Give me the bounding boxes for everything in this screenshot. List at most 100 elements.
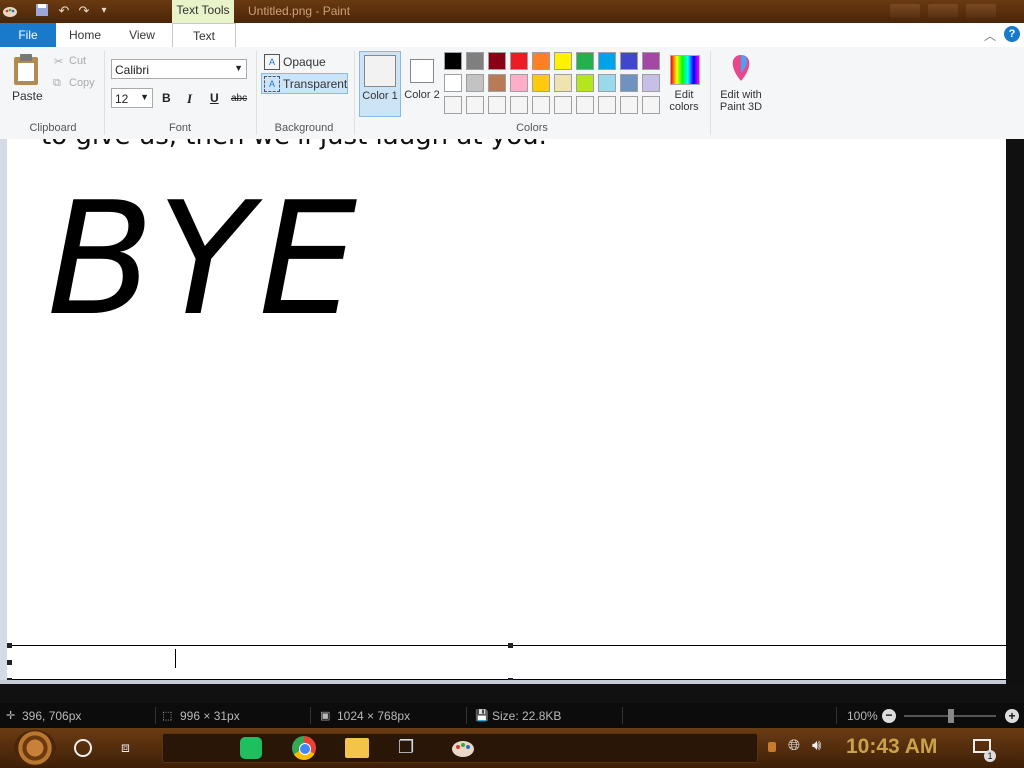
font-group-label: Font xyxy=(168,122,191,134)
redo-icon[interactable]: ↷ xyxy=(76,3,92,19)
cut-button[interactable]: Cut xyxy=(69,55,86,67)
divider xyxy=(622,707,623,724)
color-swatch[interactable] xyxy=(444,52,462,70)
zoom-slider-thumb[interactable] xyxy=(948,709,954,723)
zoom-out-button[interactable]: − xyxy=(882,709,896,723)
color-swatch[interactable] xyxy=(444,74,462,92)
color-swatch[interactable] xyxy=(466,52,484,70)
help-icon[interactable]: ? xyxy=(1004,26,1020,42)
minimize-button[interactable] xyxy=(890,4,920,18)
color-swatch[interactable] xyxy=(642,52,660,70)
color-swatch[interactable] xyxy=(532,52,550,70)
edit-colors-button[interactable]: Edit colors xyxy=(664,89,704,113)
cursor-position-icon: ✛ xyxy=(6,710,16,722)
save-icon[interactable] xyxy=(34,3,50,19)
text-tools-context-tab: Text Tools xyxy=(172,0,234,23)
start-button[interactable] xyxy=(14,730,56,766)
background-group-label: Background xyxy=(274,122,334,134)
strikethrough-button[interactable]: abc xyxy=(231,93,247,104)
color-swatch[interactable] xyxy=(466,74,484,92)
color-swatch[interactable] xyxy=(510,96,528,114)
divider xyxy=(155,707,156,724)
collapse-ribbon-icon[interactable]: ︿ xyxy=(984,27,996,44)
color-swatch[interactable] xyxy=(620,74,638,92)
color-swatch[interactable] xyxy=(598,96,616,114)
color-swatch[interactable] xyxy=(642,96,660,114)
resize-handle[interactable] xyxy=(508,643,513,648)
divider xyxy=(466,707,467,724)
file-explorer-icon[interactable] xyxy=(345,738,369,758)
file-size: Size: 22.8KB xyxy=(492,709,562,723)
text-input-box[interactable] xyxy=(9,645,1006,680)
color2-button[interactable]: Color 2 xyxy=(403,51,443,117)
color-swatch[interactable] xyxy=(598,74,616,92)
color-palette xyxy=(444,52,664,118)
task-view-icon[interactable]: ⧈ xyxy=(121,739,139,755)
tab-text[interactable]: Text xyxy=(172,23,236,49)
image-size-icon: ▣ xyxy=(320,710,331,722)
bold-button[interactable]: B xyxy=(162,91,171,105)
network-globe-icon[interactable]: 🌐︎ xyxy=(788,737,800,754)
paint-app-icon[interactable] xyxy=(2,3,18,19)
color-swatch[interactable] xyxy=(532,74,550,92)
color2-swatch xyxy=(410,59,434,83)
color-swatch[interactable] xyxy=(488,74,506,92)
customize-quick-access-icon[interactable]: ▾ xyxy=(96,3,112,19)
chrome-center xyxy=(299,743,311,755)
color-swatch[interactable] xyxy=(576,96,594,114)
maximize-button[interactable] xyxy=(928,4,958,18)
taskbar-clock[interactable]: 10:43 AM xyxy=(846,735,937,759)
color-swatch[interactable] xyxy=(488,52,506,70)
chrome-icon[interactable] xyxy=(292,736,316,760)
drawing-canvas[interactable]: to give us, then we'll just laugh at you… xyxy=(7,139,1006,680)
opaque-button[interactable]: Opaque xyxy=(283,55,326,69)
canvas-partial-text: to give us, then we'll just laugh at you… xyxy=(41,139,547,151)
vertical-scrollbar[interactable] xyxy=(1006,139,1024,695)
transparent-button[interactable]: Transparent xyxy=(283,77,347,91)
paste-button[interactable]: Paste xyxy=(12,89,43,103)
color1-button[interactable]: Color 1 xyxy=(359,51,401,117)
color-swatch[interactable] xyxy=(598,52,616,70)
color-swatch[interactable] xyxy=(466,96,484,114)
font-family-select[interactable]: Calibri ▼ xyxy=(111,59,247,79)
font-family-value: Calibri xyxy=(115,63,150,77)
zoom-in-button[interactable]: + xyxy=(1005,709,1019,723)
tab-view[interactable]: View xyxy=(114,23,170,47)
color-swatch[interactable] xyxy=(620,52,638,70)
sheets-app-icon[interactable] xyxy=(240,737,262,759)
color-swatch[interactable] xyxy=(576,52,594,70)
windows-apps-icon[interactable]: ❐ xyxy=(398,737,420,759)
font-size-select[interactable]: 12 ▼ xyxy=(111,88,153,108)
color-swatch[interactable] xyxy=(510,52,528,70)
close-button[interactable] xyxy=(966,4,996,18)
volume-icon[interactable]: 🔊︎ xyxy=(812,737,821,754)
color-swatch[interactable] xyxy=(554,52,572,70)
copy-button[interactable]: Copy xyxy=(69,77,95,89)
color-swatch[interactable] xyxy=(576,74,594,92)
color-swatch[interactable] xyxy=(510,74,528,92)
undo-icon[interactable]: ↶ xyxy=(56,3,72,19)
resize-handle[interactable] xyxy=(7,660,12,665)
underline-button[interactable]: U xyxy=(210,91,219,105)
color-swatch[interactable] xyxy=(642,74,660,92)
tab-home[interactable]: Home xyxy=(56,23,114,47)
text-caret xyxy=(175,649,176,668)
tray-item-icon[interactable] xyxy=(768,742,776,752)
color-swatch[interactable] xyxy=(554,96,572,114)
color-swatch[interactable] xyxy=(620,96,638,114)
italic-button[interactable]: I xyxy=(187,91,192,107)
clipboard-icon[interactable] xyxy=(10,53,42,87)
paint-taskbar-icon[interactable] xyxy=(450,736,476,760)
search-circle-icon[interactable] xyxy=(74,739,92,757)
selection-size: 996 × 31px xyxy=(180,709,240,723)
edit-colors-icon xyxy=(670,55,700,85)
color-swatch[interactable] xyxy=(554,74,572,92)
color-swatch[interactable] xyxy=(488,96,506,114)
resize-handle[interactable] xyxy=(7,643,12,648)
edit-with-paint3d-button[interactable]: Edit with Paint 3D xyxy=(714,89,768,113)
color-swatch[interactable] xyxy=(444,96,462,114)
opaque-icon: A xyxy=(264,54,280,70)
tab-file[interactable]: File xyxy=(0,23,56,47)
color-swatch[interactable] xyxy=(532,96,550,114)
cut-icon: ✂ xyxy=(54,56,64,68)
